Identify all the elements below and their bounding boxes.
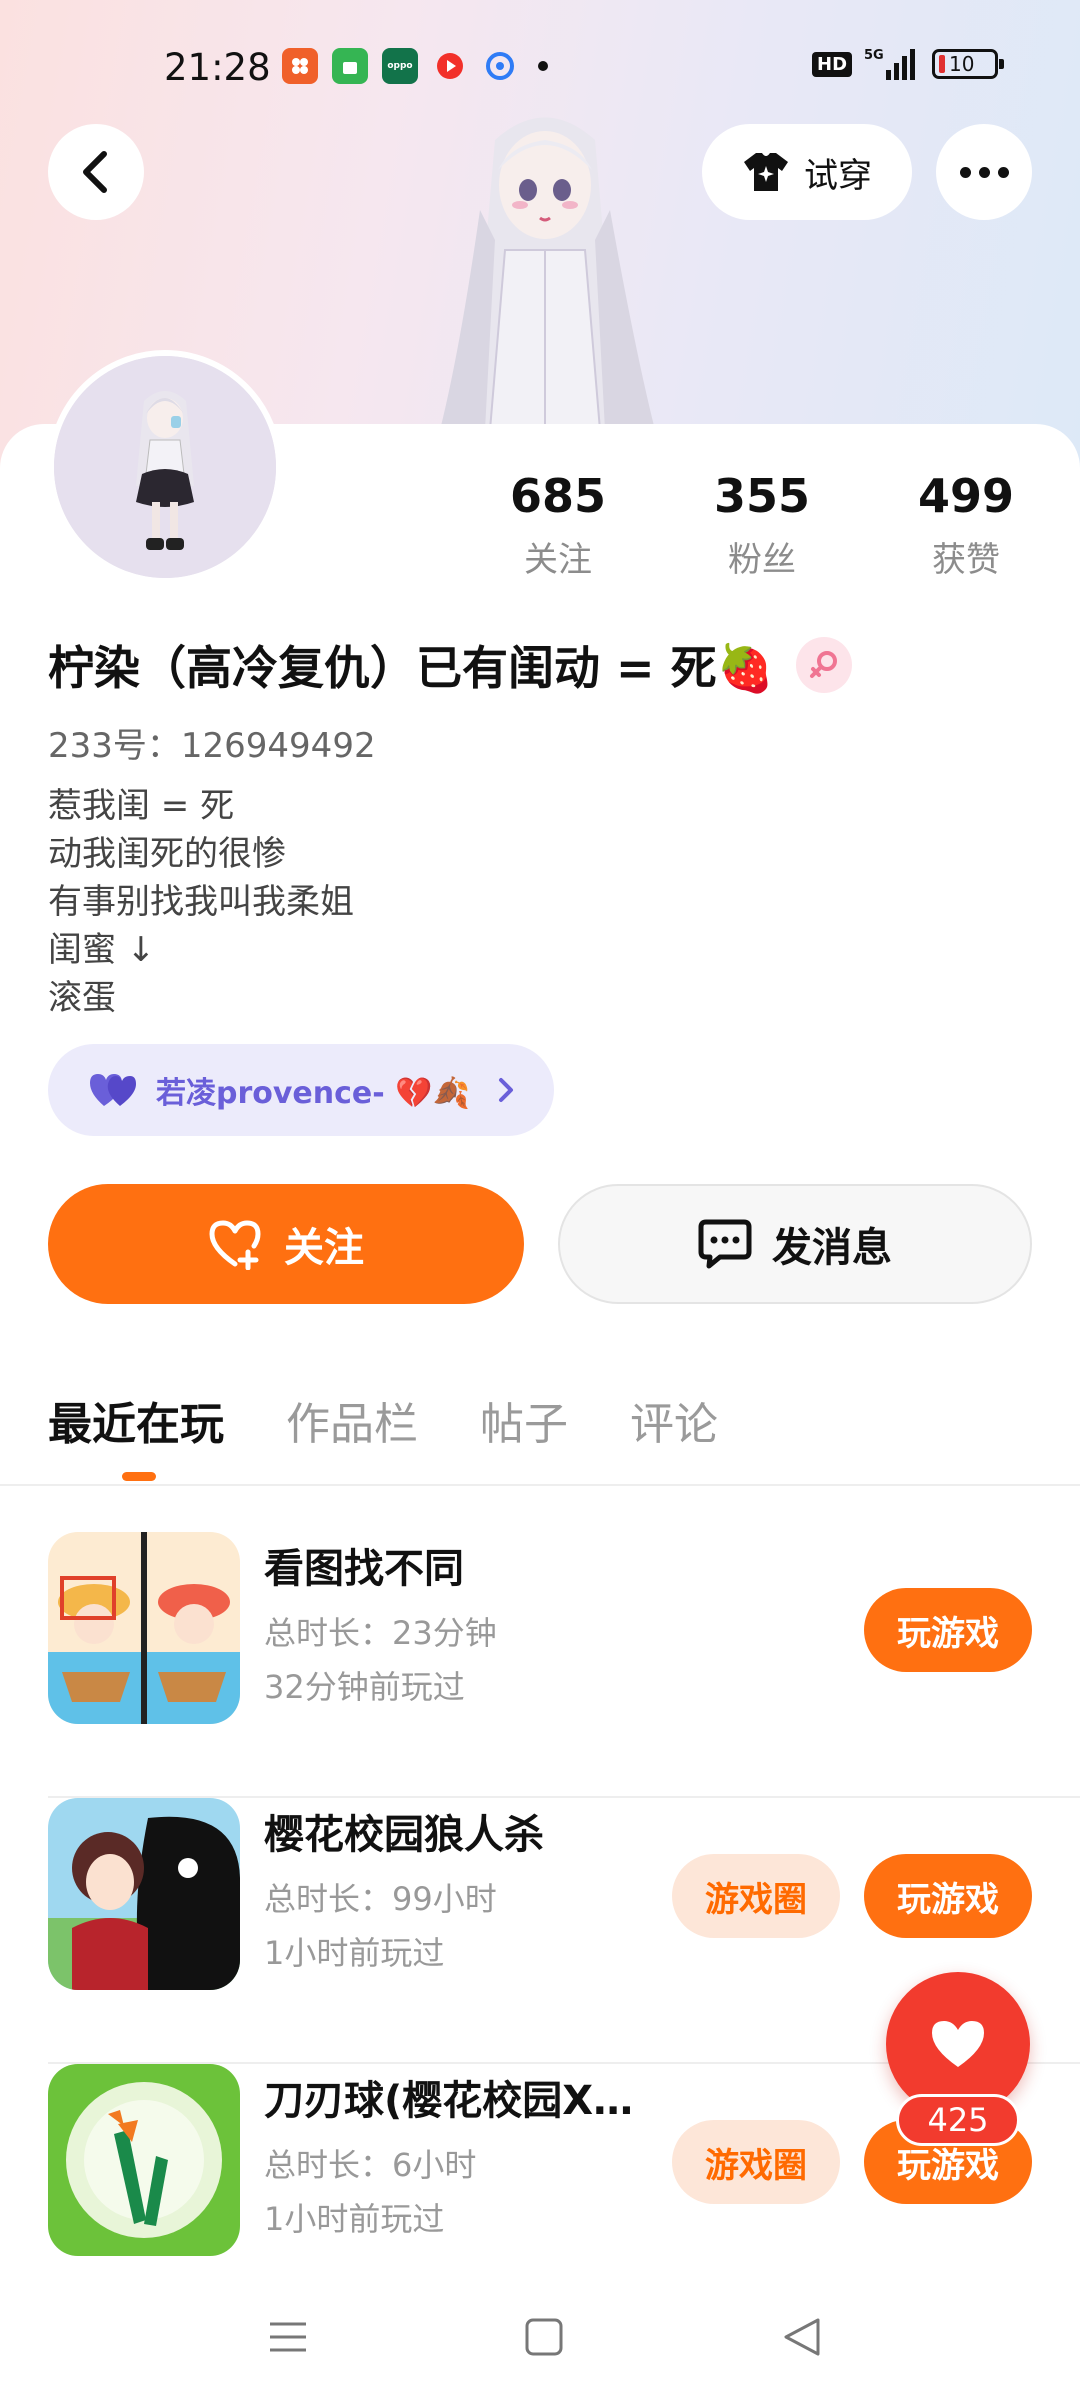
- play-game-button[interactable]: 玩游戏: [864, 1588, 1032, 1672]
- try-on-button[interactable]: 试穿: [702, 124, 912, 220]
- notification-icons: oppo: [282, 48, 548, 84]
- chat-bubble-icon: [698, 1219, 752, 1269]
- tab-posts[interactable]: 帖子: [480, 1388, 568, 1452]
- stat-label: 关注: [524, 540, 592, 580]
- tab-works[interactable]: 作品栏: [286, 1388, 418, 1452]
- user-id: 233号：126949492: [48, 726, 376, 766]
- bio-line: 动我闺死的很惨: [48, 834, 286, 874]
- back-triangle-icon[interactable]: [780, 2314, 824, 2360]
- profile-avatar[interactable]: [48, 350, 282, 584]
- game-icon: [48, 1798, 240, 1990]
- signal-icon: 5G: [864, 48, 916, 80]
- double-heart-icon: [90, 1074, 136, 1106]
- play-game-button[interactable]: 玩游戏: [864, 1854, 1032, 1938]
- profile-tabs: 最近在玩 作品栏 帖子 评论: [48, 1388, 718, 1452]
- hd-voice-icon: HD: [812, 51, 853, 77]
- game-last-played: 1小时前玩过: [264, 1934, 445, 1972]
- system-navigation-bar: [0, 2300, 1080, 2400]
- more-options-button[interactable]: [936, 124, 1032, 220]
- system-icons: HD 5G 10: [812, 46, 1005, 82]
- divider: [0, 1484, 1080, 1486]
- try-on-label: 试穿: [804, 155, 872, 196]
- menu-icon[interactable]: [266, 2314, 310, 2360]
- profile-name: 柠染（高冷复仇）已有闺动 = 死🍓: [48, 641, 774, 695]
- app-notification-icon: [282, 48, 318, 84]
- chevron-left-icon: [83, 151, 107, 193]
- game-icon: [48, 1532, 240, 1724]
- game-title: 刀刃球(樱花校园X…: [264, 2078, 634, 2124]
- svg-text:5G: 5G: [864, 48, 884, 63]
- list-item-game[interactable]: 看图找不同 总时长：23分钟 32分钟前玩过 玩游戏: [0, 1532, 1080, 1798]
- female-gender-icon: [795, 637, 852, 693]
- game-last-played: 1小时前玩过: [264, 2200, 445, 2238]
- bio-line: 滚蛋: [48, 978, 116, 1018]
- bio-line: 闺蜜 ↓: [48, 930, 156, 970]
- tshirt-icon: [744, 153, 788, 191]
- stat-following[interactable]: 685 关注: [478, 466, 638, 581]
- heart-plus-icon: [209, 1220, 261, 1270]
- stat-followers[interactable]: 355 粉丝: [682, 466, 842, 581]
- bio-line: 惹我闺 = 死: [48, 786, 235, 826]
- oppo-notification-icon: oppo: [382, 48, 418, 84]
- status-bar: 21:28 oppo HD 5G 10: [0, 40, 1080, 96]
- bestie-link[interactable]: 若凌provence- 💔🍂: [48, 1044, 554, 1136]
- bestie-name: 若凌provence- 💔🍂: [156, 1076, 470, 1111]
- chevron-right-icon: [499, 1078, 513, 1102]
- game-duration: 总时长：6小时: [264, 2146, 477, 2184]
- shopping-notification-icon: [332, 48, 368, 84]
- game-last-played: 32分钟前玩过: [264, 1668, 465, 1706]
- message-label: 发消息: [772, 1225, 892, 1271]
- name-row: 柠染（高冷复仇）已有闺动 = 死🍓: [48, 632, 852, 698]
- home-square-icon[interactable]: [522, 2314, 566, 2360]
- more-dots-icon: [959, 166, 971, 178]
- stat-value: 355: [713, 469, 811, 523]
- tab-comments[interactable]: 评论: [630, 1388, 718, 1452]
- more-notifications-dot-icon: [538, 61, 548, 71]
- follow-label: 关注: [284, 1225, 364, 1271]
- tab-recently-played[interactable]: 最近在玩: [48, 1388, 224, 1452]
- stat-label: 获赞: [932, 540, 1000, 580]
- game-circle-button[interactable]: 游戏圈: [672, 1854, 840, 1938]
- stat-value: 685: [509, 469, 607, 523]
- back-button[interactable]: [48, 124, 144, 220]
- game-duration: 总时长：23分钟: [264, 1614, 497, 1652]
- game-title: 看图找不同: [264, 1546, 464, 1592]
- browser-notification-icon: [482, 48, 518, 84]
- stat-value: 499: [917, 469, 1015, 523]
- stat-likes[interactable]: 499 获赞: [886, 466, 1046, 581]
- active-tab-indicator: [122, 1472, 156, 1481]
- profile-bio: 惹我闺 = 死 动我闺死的很惨 有事别找我叫我柔姐 闺蜜 ↓ 滚蛋: [48, 782, 354, 1022]
- like-count-badge: 425: [896, 2094, 1020, 2146]
- clock: 21:28: [164, 46, 271, 89]
- game-title: 樱花校园狼人杀: [264, 1812, 544, 1858]
- game-duration: 总时长：99小时: [264, 1880, 497, 1918]
- battery-icon: 10: [932, 49, 1005, 79]
- video-notification-icon: [432, 48, 468, 84]
- follow-button[interactable]: 关注: [48, 1184, 524, 1304]
- stat-label: 粉丝: [728, 540, 796, 580]
- message-button[interactable]: 发消息: [558, 1184, 1032, 1304]
- game-icon: [48, 2064, 240, 2256]
- character-3d-avatar: [440, 117, 655, 430]
- bio-line: 有事别找我叫我柔姐: [48, 882, 354, 922]
- heart-icon: [932, 2021, 984, 2067]
- game-circle-button[interactable]: 游戏圈: [672, 2120, 840, 2204]
